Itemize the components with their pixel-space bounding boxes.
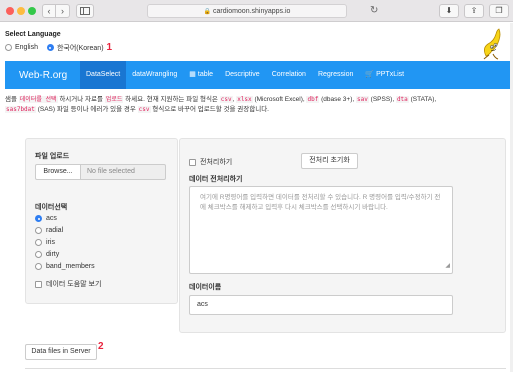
preprocess-panel: 전처리하기 전처리 초기화 데이터 전처리하기 여기에 R명령어를 입력하면 데…	[179, 138, 506, 333]
dataset-option-band-members[interactable]: band_members	[35, 263, 95, 270]
language-option-english[interactable]: English	[15, 44, 38, 51]
tab-table-label: table	[197, 71, 214, 78]
download-icon[interactable]: ⬇	[439, 4, 459, 18]
tab-table[interactable]: ▦ table	[183, 61, 219, 89]
radio-acs[interactable]	[35, 215, 42, 222]
info-highlight: 업로드	[104, 96, 124, 103]
radio-english[interactable]	[5, 44, 12, 51]
main-navbar: Web-R.org DataSelect dataWrangling ▦ tabl…	[5, 61, 513, 89]
textarea-placeholder: 여기에 R명령어를 입력하면 데이터를 전처리할 수 있습니다. R 명령어를 …	[200, 194, 441, 211]
tab-pptxlist[interactable]: 🛒 PPTxList	[359, 61, 410, 89]
data-files-in-server-button[interactable]: Data files in Server	[25, 344, 97, 360]
browser-toolbar: ‹ › 🔒 cardiomoon.shinyapps.io ↻ ⬇ ⇪ ❐	[0, 0, 513, 22]
dataset-label: dirty	[46, 251, 60, 258]
checkbox-label: 전처리하기	[200, 159, 233, 166]
radio-korean[interactable]	[46, 44, 54, 51]
dataset-option-radial[interactable]: radial	[35, 227, 63, 234]
sidebar-icon[interactable]	[76, 4, 94, 18]
radio-band-members[interactable]	[35, 263, 42, 270]
info-code: sas7bdat	[5, 106, 36, 113]
checkbox[interactable]	[35, 280, 42, 288]
info-code: csv	[137, 106, 151, 113]
info-text: (SAS) 파일 등이나 에러가 있을 경우	[35, 106, 138, 113]
dataset-name-input[interactable]: acs	[189, 295, 453, 315]
cart-icon: 🛒	[365, 71, 375, 78]
annotation-marker-1: 1	[106, 42, 113, 53]
dataset-option-dirty[interactable]: dirty	[35, 251, 59, 258]
dataset-label: acs	[46, 215, 57, 222]
resize-handle-icon[interactable]: ◢	[445, 261, 450, 271]
tab-datawrangling[interactable]: dataWrangling	[126, 61, 183, 89]
tab-pptxlist-label: PPTxList	[376, 71, 405, 78]
table-icon: ▦	[189, 71, 196, 78]
reload-icon[interactable]: ↻	[370, 4, 378, 18]
chevron-right-icon[interactable]: ›	[56, 4, 70, 18]
close-window-button[interactable]	[6, 7, 14, 15]
brand-link[interactable]: Web-R.org	[5, 70, 80, 81]
minimize-window-button[interactable]	[17, 7, 25, 15]
info-text: (Microsoft Excel),	[252, 96, 307, 103]
preprocess-checkbox[interactable]: 전처리하기	[189, 157, 232, 167]
dataset-label: iris	[46, 239, 55, 246]
divider	[25, 368, 506, 369]
info-text: (STATA),	[408, 96, 437, 103]
upload-label: 파일 업로드	[35, 153, 70, 160]
tab-descriptive[interactable]: Descriptive	[219, 61, 266, 89]
info-text: 하세요. 현재 지원하는 파일 형식은	[123, 96, 220, 103]
info-highlight: 데이터를 선택	[18, 96, 58, 103]
tabs-icon[interactable]: ❐	[489, 4, 509, 18]
language-option-korean[interactable]: 한국어(Korean)	[57, 43, 104, 53]
data-help-checkbox[interactable]: 데이터 도움말 보기	[35, 279, 101, 289]
info-text: (dbase 3+),	[319, 96, 356, 103]
banana-logo-icon	[483, 28, 501, 60]
preprocess-label: 데이터 전처리하기	[189, 176, 243, 183]
r-command-textarea[interactable]: 여기에 R명령어를 입력하면 데이터를 전처리할 수 있습니다. R 명령어를 …	[189, 186, 453, 274]
share-icon[interactable]: ⇪	[464, 4, 484, 18]
language-title: Select Language	[5, 31, 61, 38]
dataset-option-acs[interactable]: acs	[35, 215, 57, 222]
annotation-marker-2: 2	[98, 341, 104, 352]
file-name-field: No file selected	[81, 164, 166, 180]
data-source-panel: 파일 업로드 Browse... No file selected 데이터선택 …	[25, 138, 178, 304]
reset-preprocess-button[interactable]: 전처리 초기화	[301, 153, 358, 169]
dataset-label: radial	[46, 227, 64, 234]
info-text: (SPSS),	[368, 96, 396, 103]
dataset-option-iris[interactable]: iris	[35, 239, 55, 246]
url-text: cardiomoon.shinyapps.io	[213, 8, 291, 15]
info-code: xlsx	[236, 96, 253, 103]
tab-correlation[interactable]: Correlation	[266, 61, 312, 89]
checkbox[interactable]	[189, 158, 196, 166]
address-bar[interactable]: 🔒 cardiomoon.shinyapps.io	[147, 4, 347, 18]
tab-regression[interactable]: Regression	[312, 61, 359, 89]
radio-iris[interactable]	[35, 239, 42, 246]
radio-dirty[interactable]	[35, 251, 42, 258]
info-text: 형식으로 바꾸어 업로드할 것을 권장합니다.	[150, 106, 269, 113]
info-text: 하시거나 자료를	[57, 96, 105, 103]
dataset-label: band_members	[46, 263, 95, 270]
maximize-window-button[interactable]	[28, 7, 36, 15]
browse-button[interactable]: Browse...	[35, 164, 81, 180]
file-format-info: 샘플 데이터를 선택 하시거나 자료를 업로드 하세요. 현재 지원하는 파일 …	[5, 95, 510, 115]
checkbox-label: 데이터 도움말 보기	[46, 281, 102, 288]
tab-dataselect[interactable]: DataSelect	[80, 61, 127, 89]
dataset-name-label: 데이터이름	[189, 284, 222, 291]
info-code: dta	[395, 96, 409, 103]
lock-icon: 🔒	[203, 9, 212, 15]
radio-radial[interactable]	[35, 227, 42, 234]
data-select-label: 데이터선택	[35, 204, 68, 211]
language-options: English 한국어(Korean) 1	[5, 42, 112, 53]
info-code: dbf	[306, 96, 320, 103]
chevron-left-icon[interactable]: ‹	[42, 4, 56, 18]
info-text: 샘플	[5, 96, 19, 103]
info-code: csv	[219, 96, 233, 103]
info-code: sav	[356, 96, 369, 103]
